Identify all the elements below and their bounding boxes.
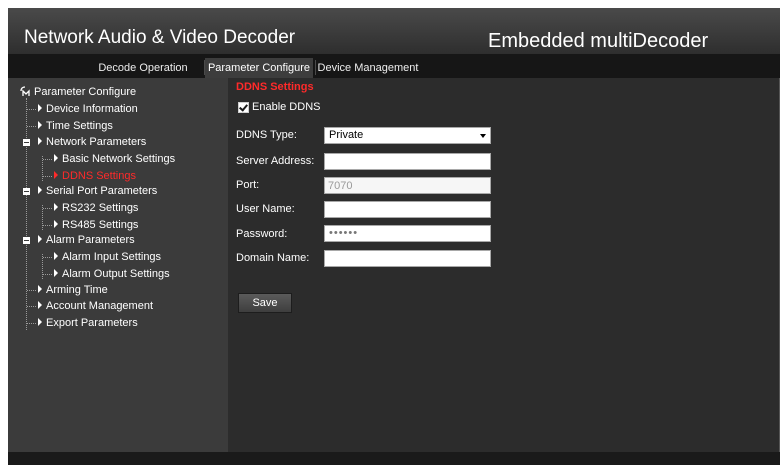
app-title: Network Audio & Video Decoder [24,27,296,48]
tree-item-arming-time[interactable]: Arming Time [38,283,108,297]
ddns-type-value: Private [329,129,364,141]
tree-item-rs232-settings[interactable]: RS232 Settings [54,201,138,215]
footer-bar [8,452,780,465]
tree-item-label: Account Management [46,300,154,312]
port-input[interactable] [324,177,491,194]
tab-decode-operation[interactable]: Decode Operation [84,58,202,78]
tree-item-label: Export Parameters [46,317,138,329]
tree-item-alarm-output-settings[interactable]: Alarm Output Settings [54,267,170,281]
tree-item-serial-port-parameters[interactable]: Serial Port Parameters [38,184,157,198]
chevron-right-icon [54,154,58,162]
network-config-icon [20,86,30,96]
chevron-right-icon [38,104,42,112]
tree-item-label: RS232 Settings [62,202,139,214]
tree-connector [43,225,52,226]
tree-connector [26,98,27,330]
save-button[interactable]: Save [238,293,292,313]
tree-item-time-settings[interactable]: Time Settings [38,119,113,133]
chevron-right-icon [38,235,42,243]
chevron-right-icon [38,285,42,293]
tree-item-network-parameters[interactable]: Network Parameters [38,135,146,149]
enable-ddns-checkbox[interactable] [238,102,249,113]
chevron-right-icon [38,186,42,194]
tree-connector [43,208,52,209]
ddns-type-label: DDNS Type: [236,129,297,141]
tree-item-label: Time Settings [46,120,113,132]
tab-device-management[interactable]: Device Management [316,58,420,78]
collapse-icon[interactable] [23,237,30,244]
tree-item-alarm-parameters[interactable]: Alarm Parameters [38,233,135,247]
tree-item-label: Device Information [46,103,138,115]
parameter-tree: Parameter Configure Device Information T… [8,78,228,452]
chevron-right-icon [54,220,58,228]
port-label: Port: [236,179,260,191]
tree-root-parameter-configure[interactable]: Parameter Configure [34,85,136,99]
tree-connector [43,176,52,177]
chevron-right-icon [38,318,42,326]
tree-item-basic-network-settings[interactable]: Basic Network Settings [54,152,175,166]
app-window: Network Audio & Video Decoder Embedded m… [8,8,780,465]
chevron-right-icon [54,203,58,211]
tree-item-label: DDNS Settings [62,170,136,182]
password-input[interactable]: •••••• [324,225,491,242]
tree-connector [43,274,52,275]
header-bar: Network Audio & Video Decoder Embedded m… [8,8,780,54]
user-name-input[interactable] [324,201,491,218]
password-label: Password: [236,228,288,240]
tree-item-label: Arming Time [46,284,108,296]
tree-item-label: Network Parameters [46,136,147,148]
enable-ddns-label: Enable DDNS [252,101,321,113]
chevron-right-icon [38,137,42,145]
tree-item-ddns-settings[interactable]: DDNS Settings [54,169,136,183]
tree-connector [27,109,36,110]
tree-item-label: Serial Port Parameters [46,185,158,197]
tree-item-alarm-input-settings[interactable]: Alarm Input Settings [54,250,161,264]
tree-connector [27,126,36,127]
chevron-right-icon [38,121,42,129]
tab-parameter-configure[interactable]: Parameter Configure [205,58,313,78]
tab-bar: Decode Operation Parameter Configure Dev… [8,54,780,78]
tree-connector [27,290,36,291]
password-mask: •••••• [329,227,359,239]
chevron-right-icon [54,171,58,179]
product-title: Embedded multiDecoder [488,30,709,52]
chevron-right-icon [54,252,58,260]
collapse-icon[interactable] [23,188,30,195]
collapse-icon[interactable] [23,139,30,146]
tree-connector [43,159,52,160]
ddns-type-select[interactable]: Private [324,127,491,144]
tree-item-label: Alarm Input Settings [62,251,162,263]
tree-item-label: RS485 Settings [62,219,139,231]
ddns-settings-panel: DDNS Settings Enable DDNS DDNS Type: Pri… [228,78,780,452]
tree-connector [27,306,36,307]
tree-item-account-management[interactable]: Account Management [38,299,153,313]
chevron-right-icon [54,269,58,277]
tree-item-label: Alarm Parameters [46,234,135,246]
section-title: DDNS Settings [236,81,314,93]
chevron-right-icon [38,301,42,309]
tree-item-export-parameters[interactable]: Export Parameters [38,316,138,330]
tree-item-label: Basic Network Settings [62,153,176,165]
user-name-label: User Name: [236,203,295,215]
tree-connector [43,257,52,258]
domain-name-label: Domain Name: [236,252,310,264]
domain-name-input[interactable] [324,250,491,267]
tree-item-label: Alarm Output Settings [62,268,170,280]
chevron-down-icon [480,134,486,138]
tree-connector [27,323,36,324]
server-address-input[interactable] [324,153,491,170]
tree-item-device-information[interactable]: Device Information [38,102,138,116]
tree-item-rs485-settings[interactable]: RS485 Settings [54,218,138,232]
server-address-label: Server Address: [236,155,315,167]
